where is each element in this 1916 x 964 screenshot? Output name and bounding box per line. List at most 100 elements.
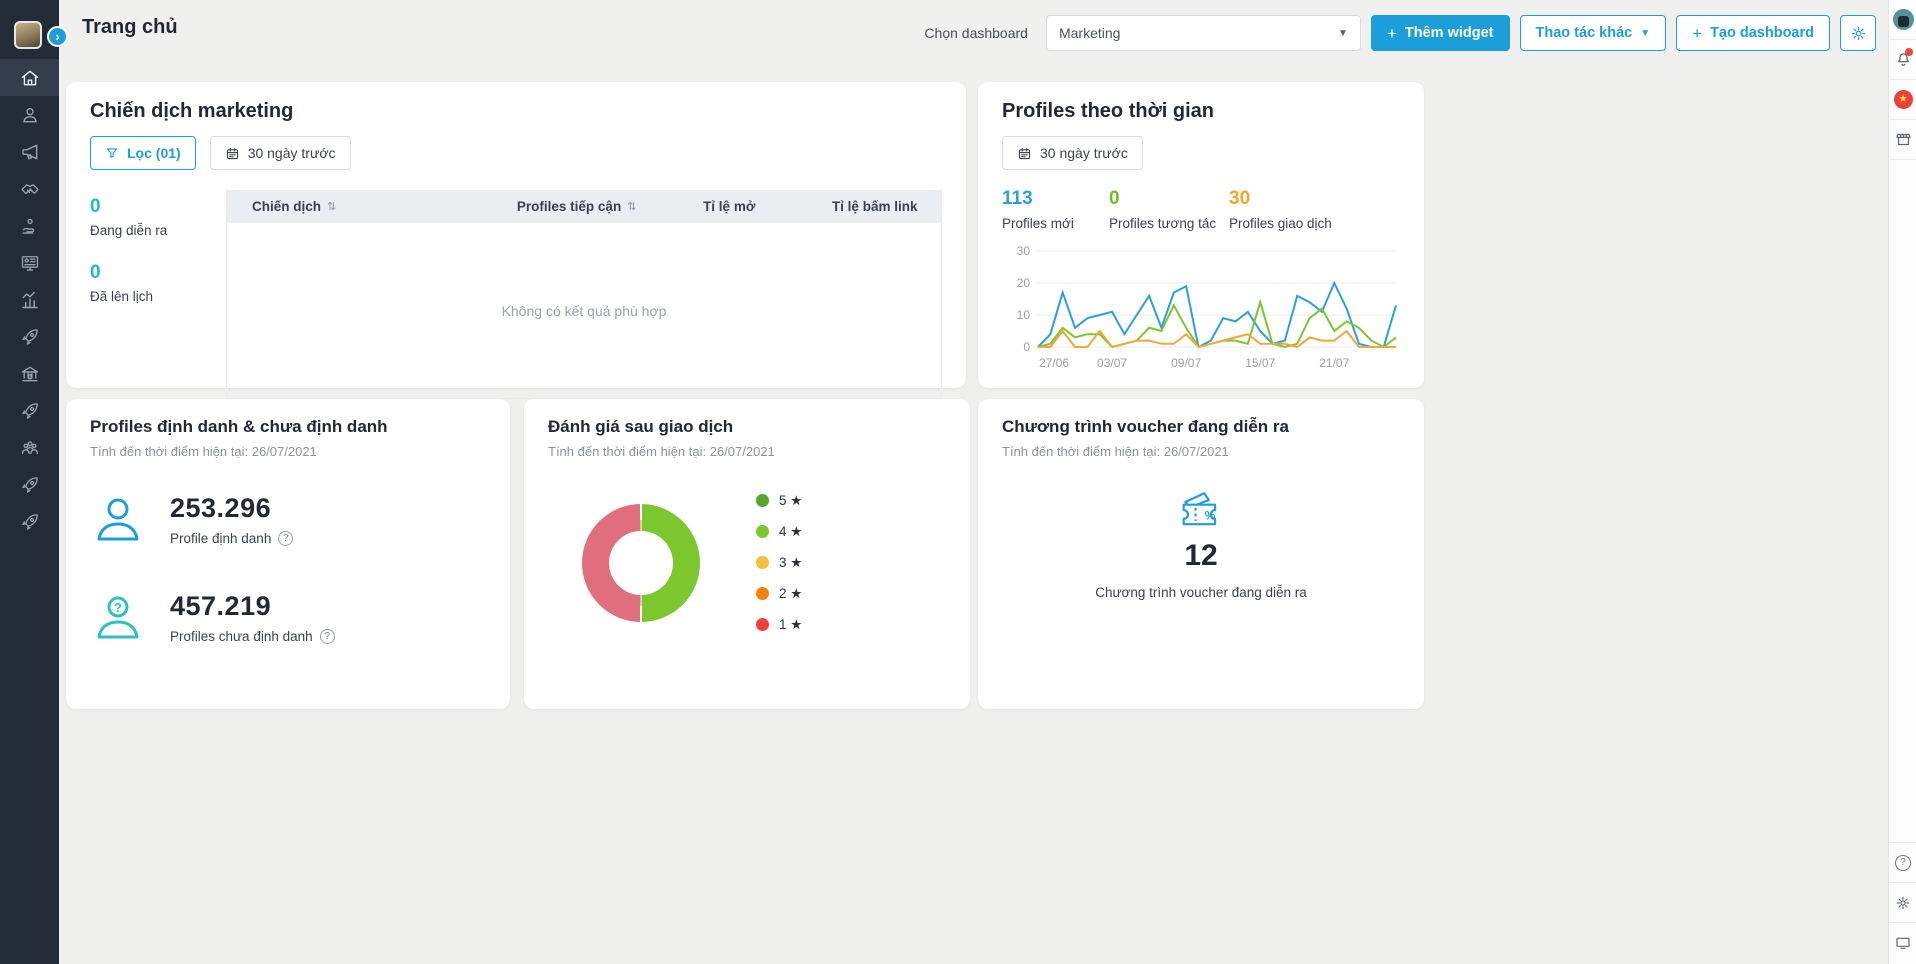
date-range-button[interactable]: 30 ngày trước [209, 136, 351, 170]
column-label: Tỉ lệ mở [703, 199, 756, 214]
stat-value: 0 [1109, 188, 1120, 209]
sidebar-item-monitor[interactable] [0, 244, 59, 281]
table-empty-state: Không có kết quả phù hợp [226, 223, 942, 399]
legend-dot [756, 587, 769, 600]
help-icon: ? [1895, 854, 1911, 871]
monitor-icon [21, 255, 38, 271]
sidebar-item-megaphone[interactable] [0, 133, 59, 170]
stat-value: 30 [1229, 188, 1251, 209]
date-range-button[interactable]: 30 ngày trước [1002, 136, 1143, 170]
notification-badge [1905, 48, 1913, 56]
app-logo[interactable] [14, 21, 42, 49]
voucher-label: Chương trình voucher đang diễn ra [1095, 585, 1307, 600]
add-widget-label: Thêm widget [1404, 25, 1494, 41]
svg-text:21/07: 21/07 [1319, 356, 1349, 370]
sort-icon[interactable]: ⇅ [627, 200, 636, 213]
svg-text:%: % [1205, 508, 1216, 522]
bank-icon [21, 366, 38, 381]
sidebar-item-users[interactable] [0, 429, 59, 466]
date-range-label: 30 ngày trước [247, 145, 336, 161]
hand-user-icon [22, 218, 34, 234]
settings-button[interactable] [1889, 882, 1916, 922]
svg-text:20: 20 [1017, 276, 1031, 290]
stat-new-profiles: 113 Profiles mới [1002, 188, 1109, 231]
sidebar-expand-button[interactable]: › [47, 26, 68, 47]
profiles-line-chart: 0 10 20 30 27/06 03/07 09/07 15/07 21/07 [1002, 241, 1400, 386]
sidebar-item-bank[interactable] [0, 355, 59, 392]
sidebar-item-home[interactable] [0, 59, 59, 96]
store-button[interactable] [1889, 120, 1916, 160]
display-icon [1896, 937, 1910, 949]
unidentified-person-icon: ? [97, 596, 139, 639]
plus-icon: + [1692, 23, 1703, 43]
legend-dot [756, 556, 769, 569]
stat-value: 0 [90, 262, 101, 283]
right-rail: ★ ? [1888, 0, 1916, 964]
help-icon[interactable]: ? [319, 629, 335, 644]
page-title: Trang chủ [82, 16, 178, 38]
funnel-icon [106, 148, 118, 158]
sidebar-item-handshake[interactable] [0, 170, 59, 207]
sidebar-item-chart[interactable] [0, 281, 59, 318]
label-text: Profile định danh [170, 531, 272, 546]
legend-item-5-star: 5 ★ [756, 485, 802, 516]
card-profiles-over-time: Profiles theo thời gian 30 ngày trước 11… [978, 82, 1424, 388]
sidebar-item-rocket-2[interactable] [0, 392, 59, 429]
calendar-icon [226, 147, 238, 159]
legend-label: 5 ★ [779, 492, 803, 508]
legend-item-2-star: 2 ★ [756, 578, 802, 609]
more-actions-button[interactable]: Thao tác khác ▼ [1519, 15, 1667, 51]
rocket-icon [21, 476, 38, 493]
sidebar-item-rocket-4[interactable] [0, 503, 59, 540]
header-controls: Chọn dashboard Marketing ▼ + Thêm widget… [924, 15, 1876, 51]
svg-text:10: 10 [1017, 308, 1031, 322]
unidentified-label: Profiles chưa định danh ? [170, 629, 335, 644]
card-title: Profiles định danh & chưa định danh [90, 417, 388, 436]
column-header-click-rate: Tỉ lệ bấm link [806, 199, 942, 214]
help-icon[interactable]: ? [278, 531, 294, 546]
help-button[interactable]: ? [1889, 842, 1916, 882]
rocket-icon [21, 513, 38, 530]
identified-person-icon [97, 498, 139, 541]
filter-button[interactable]: Lọc (01) [90, 136, 196, 170]
legend-label: 2 ★ [779, 585, 803, 601]
dashboard-select[interactable]: Marketing ▼ [1045, 15, 1361, 51]
stat-transacting-profiles: 30 Profiles giao dịch [1229, 188, 1336, 231]
unidentified-row: ? 457.219 Profiles chưa định danh ? [90, 591, 486, 647]
ratings-legend: 5 ★ 4 ★ 3 ★ 2 ★ 1 ★ [756, 485, 802, 640]
column-header-profiles-reached[interactable]: Profiles tiếp cận ⇅ [491, 199, 677, 214]
user-avatar[interactable] [1889, 0, 1916, 40]
locale-button[interactable]: ★ [1889, 80, 1916, 120]
legend-label: 4 ★ [779, 523, 803, 539]
home-icon [21, 70, 38, 85]
svg-text:?: ? [114, 600, 122, 615]
avatar [1892, 9, 1914, 30]
sidebar-item-hand-user[interactable] [0, 207, 59, 244]
svg-text:09/07: 09/07 [1171, 356, 1201, 370]
rocket-icon [21, 328, 38, 345]
sidebar-item-user[interactable] [0, 96, 59, 133]
create-dashboard-button[interactable]: + Tạo dashboard [1676, 15, 1830, 51]
filter-label: Lọc (01) [127, 145, 181, 161]
chevron-down-icon: ▼ [1640, 27, 1651, 39]
add-widget-button[interactable]: + Thêm widget [1370, 15, 1510, 51]
campaigns-table: Chiến dịch ⇅ Profiles tiếp cận ⇅ Tỉ lệ m… [226, 190, 942, 399]
sidebar-item-rocket-3[interactable] [0, 466, 59, 503]
legend-dot [756, 618, 769, 631]
sort-icon[interactable]: ⇅ [327, 200, 336, 213]
display-button[interactable] [1889, 922, 1916, 962]
notifications-button[interactable] [1889, 40, 1916, 80]
users-icon [21, 440, 38, 454]
more-actions-label: Thao tác khác [1535, 25, 1633, 41]
stat-label: Đã lên lịch [90, 289, 154, 304]
stat-label: Profiles mới [1002, 216, 1074, 231]
sidebar-item-rocket-1[interactable] [0, 318, 59, 355]
card-title: Chương trình voucher đang diễn ra [1002, 417, 1289, 436]
chart-icon [21, 291, 38, 308]
column-header-campaign[interactable]: Chiến dịch ⇅ [226, 199, 491, 214]
rail-bottom-group: ? [1889, 842, 1916, 962]
dashboard-settings-button[interactable] [1840, 15, 1876, 51]
card-as-of: Tính đến thời điểm hiện tại: 26/07/2021 [90, 444, 317, 459]
card-as-of: Tính đến thời điểm hiện tại: 26/07/2021 [1002, 444, 1229, 459]
legend-item-4-star: 4 ★ [756, 516, 802, 547]
